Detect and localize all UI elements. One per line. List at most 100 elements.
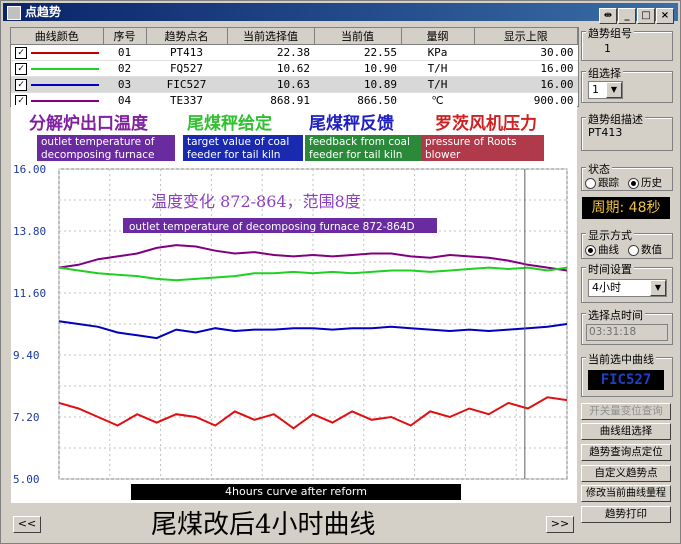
line-swatch xyxy=(31,68,99,70)
close-button[interactable]: × xyxy=(656,8,674,24)
current-curve-label: 当前选中曲线 xyxy=(586,351,656,367)
cell-unit: KPa xyxy=(401,44,474,61)
title-bar: 点趋势 ⇹ _ □ × xyxy=(3,3,678,24)
minimize-button[interactable]: _ xyxy=(618,8,636,24)
radio-track[interactable]: 跟踪 xyxy=(585,175,619,190)
col-no[interactable]: 序号 xyxy=(103,28,147,45)
group-desc-label: 趋势组描述 xyxy=(586,111,645,127)
radio-curve[interactable]: 曲线 xyxy=(585,242,619,257)
checkbox[interactable]: ✓ xyxy=(15,79,27,91)
time-setting-combo[interactable]: 4小时 ▼ xyxy=(588,279,667,297)
y-tick-label: 9.40 xyxy=(13,349,40,362)
period-display: 周期: 48秒 xyxy=(582,197,670,219)
cell-selected: 22.38 xyxy=(227,44,314,61)
custom-trend-point-button[interactable]: 自定义趋势点 xyxy=(581,465,671,482)
maximize-button[interactable]: □ xyxy=(637,8,655,24)
line-swatch xyxy=(31,84,99,86)
y-tick-label: 11.60 xyxy=(13,287,46,300)
display-mode-box: 显示方式 曲线 数值 xyxy=(581,227,673,259)
radio-value[interactable]: 数值 xyxy=(628,242,662,257)
curve-group-select-button[interactable]: 曲线组选择 xyxy=(581,423,671,440)
annotation-banner: 分解炉出口温度 尾煤秤给定 尾煤秤反馈 罗茨风机压力 outlet temper… xyxy=(11,105,577,165)
cell-selected: 10.63 xyxy=(227,76,314,93)
cell-no: 03 xyxy=(103,76,146,93)
col-upper[interactable]: 显示上限 xyxy=(474,28,578,45)
time-setting-label: 时间设置 xyxy=(586,261,634,277)
trend-locate-button[interactable]: 趋势查询点定位 xyxy=(581,444,671,461)
trend-print-button[interactable]: 趋势打印 xyxy=(581,506,671,523)
col-selected[interactable]: 当前选择值 xyxy=(227,28,315,45)
cell-current: 10.90 xyxy=(314,60,401,77)
trend-window: 点趋势 ⇹ _ □ × 曲线颜色 序号 趋势点名 当前选择值 当前值 量纲 显示上限 … xyxy=(0,0,681,544)
group-select-combo[interactable]: 1 ▼ xyxy=(588,81,623,99)
checkbox[interactable]: ✓ xyxy=(15,47,27,59)
restore-icon[interactable]: ⇹ xyxy=(599,8,617,24)
point-time-label: 选择点时间 xyxy=(586,307,645,323)
bottom-caption-cn: 尾煤改后4小时曲线 xyxy=(151,510,376,540)
chevron-down-icon[interactable]: ▼ xyxy=(606,82,622,98)
cell-upper: 16.00 xyxy=(474,76,578,93)
label-cn-temperature: 分解炉出口温度 xyxy=(29,114,148,134)
trend-table: 曲线颜色 序号 趋势点名 当前选择值 当前值 量纲 显示上限 ✓ 01 PT41… xyxy=(10,27,579,109)
trend-chart[interactable]: 16.00 13.80 11.60 9.40 7.20 5.00 温度变化 872-864，… xyxy=(11,161,577,503)
bottom-caption-en: 4hours curve after reform xyxy=(131,484,461,500)
cell-current: 22.55 xyxy=(314,44,401,61)
label-en-feedback: feedback from coal feeder for tail kiln xyxy=(305,135,425,163)
cell-upper: 16.00 xyxy=(474,60,578,77)
checkbox[interactable]: ✓ xyxy=(15,63,27,75)
col-color[interactable]: 曲线颜色 xyxy=(11,28,104,45)
group-select-label: 组选择 xyxy=(586,65,623,81)
col-unit[interactable]: 量纲 xyxy=(401,28,475,45)
cell-unit: T/H xyxy=(401,76,474,93)
label-cn-pressure: 罗茨风机压力 xyxy=(435,114,537,134)
label-en-temperature: outlet temperature of decomposing furnac… xyxy=(37,135,175,163)
point-time-field[interactable]: 03:31:18 xyxy=(586,324,668,341)
group-no-label: 趋势组号 xyxy=(586,25,634,41)
label-en-target: target value of coal feeder for tail kil… xyxy=(183,135,303,163)
display-mode-label: 显示方式 xyxy=(586,227,634,243)
cell-no: 02 xyxy=(103,60,146,77)
radio-history[interactable]: 历史 xyxy=(628,175,662,190)
line-swatch xyxy=(31,52,99,54)
col-current[interactable]: 当前值 xyxy=(314,28,402,45)
current-curve-value: FIC527 xyxy=(588,370,664,390)
chart-annotation-en: outlet temperature of decomposing furnac… xyxy=(129,221,415,233)
point-time-box: 选择点时间 03:31:18 xyxy=(581,307,673,345)
label-en-pressure: pressure of Roots blower xyxy=(421,135,544,163)
cell-current: 10.89 xyxy=(314,76,401,93)
window-title: 点趋势 xyxy=(25,5,62,19)
current-curve-box: 当前选中曲线 FIC527 xyxy=(581,351,673,397)
table-header: 曲线颜色 序号 趋势点名 当前选择值 当前值 量纲 显示上限 xyxy=(11,28,578,45)
switch-change-query-button[interactable]: 开关量变位查询 xyxy=(581,403,671,420)
label-cn-target: 尾煤秤给定 xyxy=(187,114,272,134)
group-no-value: 1 xyxy=(604,42,611,55)
group-desc-box: 趋势组描述 PT413 xyxy=(581,111,673,151)
cell-tag: FQ527 xyxy=(146,60,227,77)
group-no-box: 趋势组号 1 xyxy=(581,25,673,61)
y-tick-label: 13.80 xyxy=(13,225,46,238)
time-setting-box: 时间设置 4小时 ▼ xyxy=(581,261,673,303)
group-select-box: 组选择 1 ▼ xyxy=(581,65,673,103)
table-row[interactable]: ✓ 01 PT413 22.38 22.55 KPa 30.00 xyxy=(11,44,578,61)
cell-upper: 30.00 xyxy=(474,44,578,61)
table-row[interactable]: ✓ 03 FIC527 10.63 10.89 T/H 16.00 xyxy=(11,76,578,93)
y-tick-label: 7.20 xyxy=(13,411,40,424)
next-button[interactable]: >> xyxy=(546,516,574,533)
cell-tag: FIC527 xyxy=(146,76,227,93)
modify-range-button[interactable]: 修改当前曲线量程 xyxy=(581,485,671,502)
chart-annotation-cn: 温度变化 872-864，范围8度 xyxy=(151,192,361,211)
line-swatch xyxy=(31,100,99,102)
cell-unit: T/H xyxy=(401,60,474,77)
state-box: 状态 跟踪 历史 xyxy=(581,161,673,191)
y-tick-label: 16.00 xyxy=(13,163,46,176)
label-cn-feedback: 尾煤秤反馈 xyxy=(309,114,394,134)
chevron-down-icon[interactable]: ▼ xyxy=(650,280,666,296)
cell-no: 01 xyxy=(103,44,146,61)
y-tick-label: 5.00 xyxy=(13,473,40,486)
trend-chart-svg[interactable]: 16.00 13.80 11.60 9.40 7.20 5.00 温度变化 872-864，… xyxy=(11,161,577,503)
table-row[interactable]: ✓ 02 FQ527 10.62 10.90 T/H 16.00 xyxy=(11,60,578,77)
prev-button[interactable]: << xyxy=(13,516,41,533)
app-icon xyxy=(7,6,21,20)
group-desc-value: PT413 xyxy=(588,126,623,139)
col-tag[interactable]: 趋势点名 xyxy=(146,28,228,45)
